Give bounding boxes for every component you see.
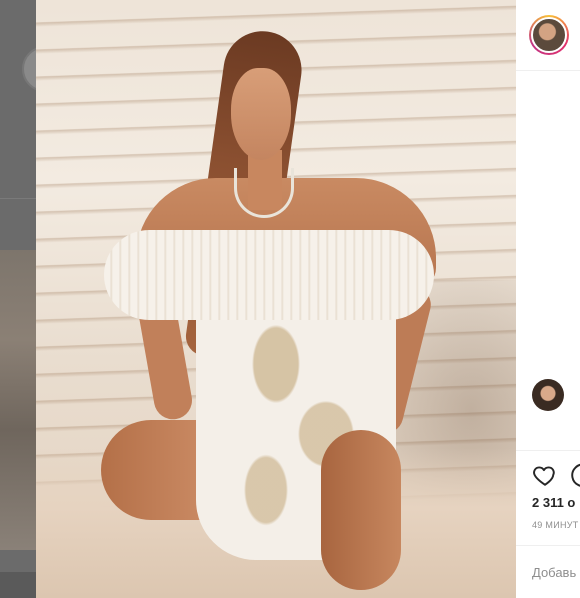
post-photo[interactable]	[36, 0, 516, 598]
background-page	[0, 0, 36, 598]
add-comment-input[interactable]: Добавь	[532, 565, 576, 580]
photo-figure-knee	[321, 430, 401, 590]
photo-figure-ruffle	[104, 230, 434, 320]
comment-bubble-icon[interactable]	[570, 462, 580, 488]
commenter-avatar[interactable]	[532, 379, 564, 411]
post-timestamp[interactable]: 49 минут	[532, 520, 579, 530]
actions-divider	[516, 450, 580, 451]
photo-figure-face	[231, 68, 291, 160]
comment-divider	[516, 545, 580, 546]
background-divider	[0, 198, 36, 199]
heart-icon[interactable]	[532, 462, 558, 488]
background-bottom-strip	[0, 572, 36, 598]
author-avatar-image	[531, 17, 567, 53]
author-avatar[interactable]	[529, 15, 569, 55]
likes-count[interactable]: 2 311 о	[532, 495, 575, 510]
background-post-thumbnail	[0, 250, 36, 550]
background-profile-avatar	[22, 46, 36, 92]
post-side-panel: 2 311 о 49 минут Добавь	[516, 0, 580, 598]
header-divider	[516, 70, 580, 71]
